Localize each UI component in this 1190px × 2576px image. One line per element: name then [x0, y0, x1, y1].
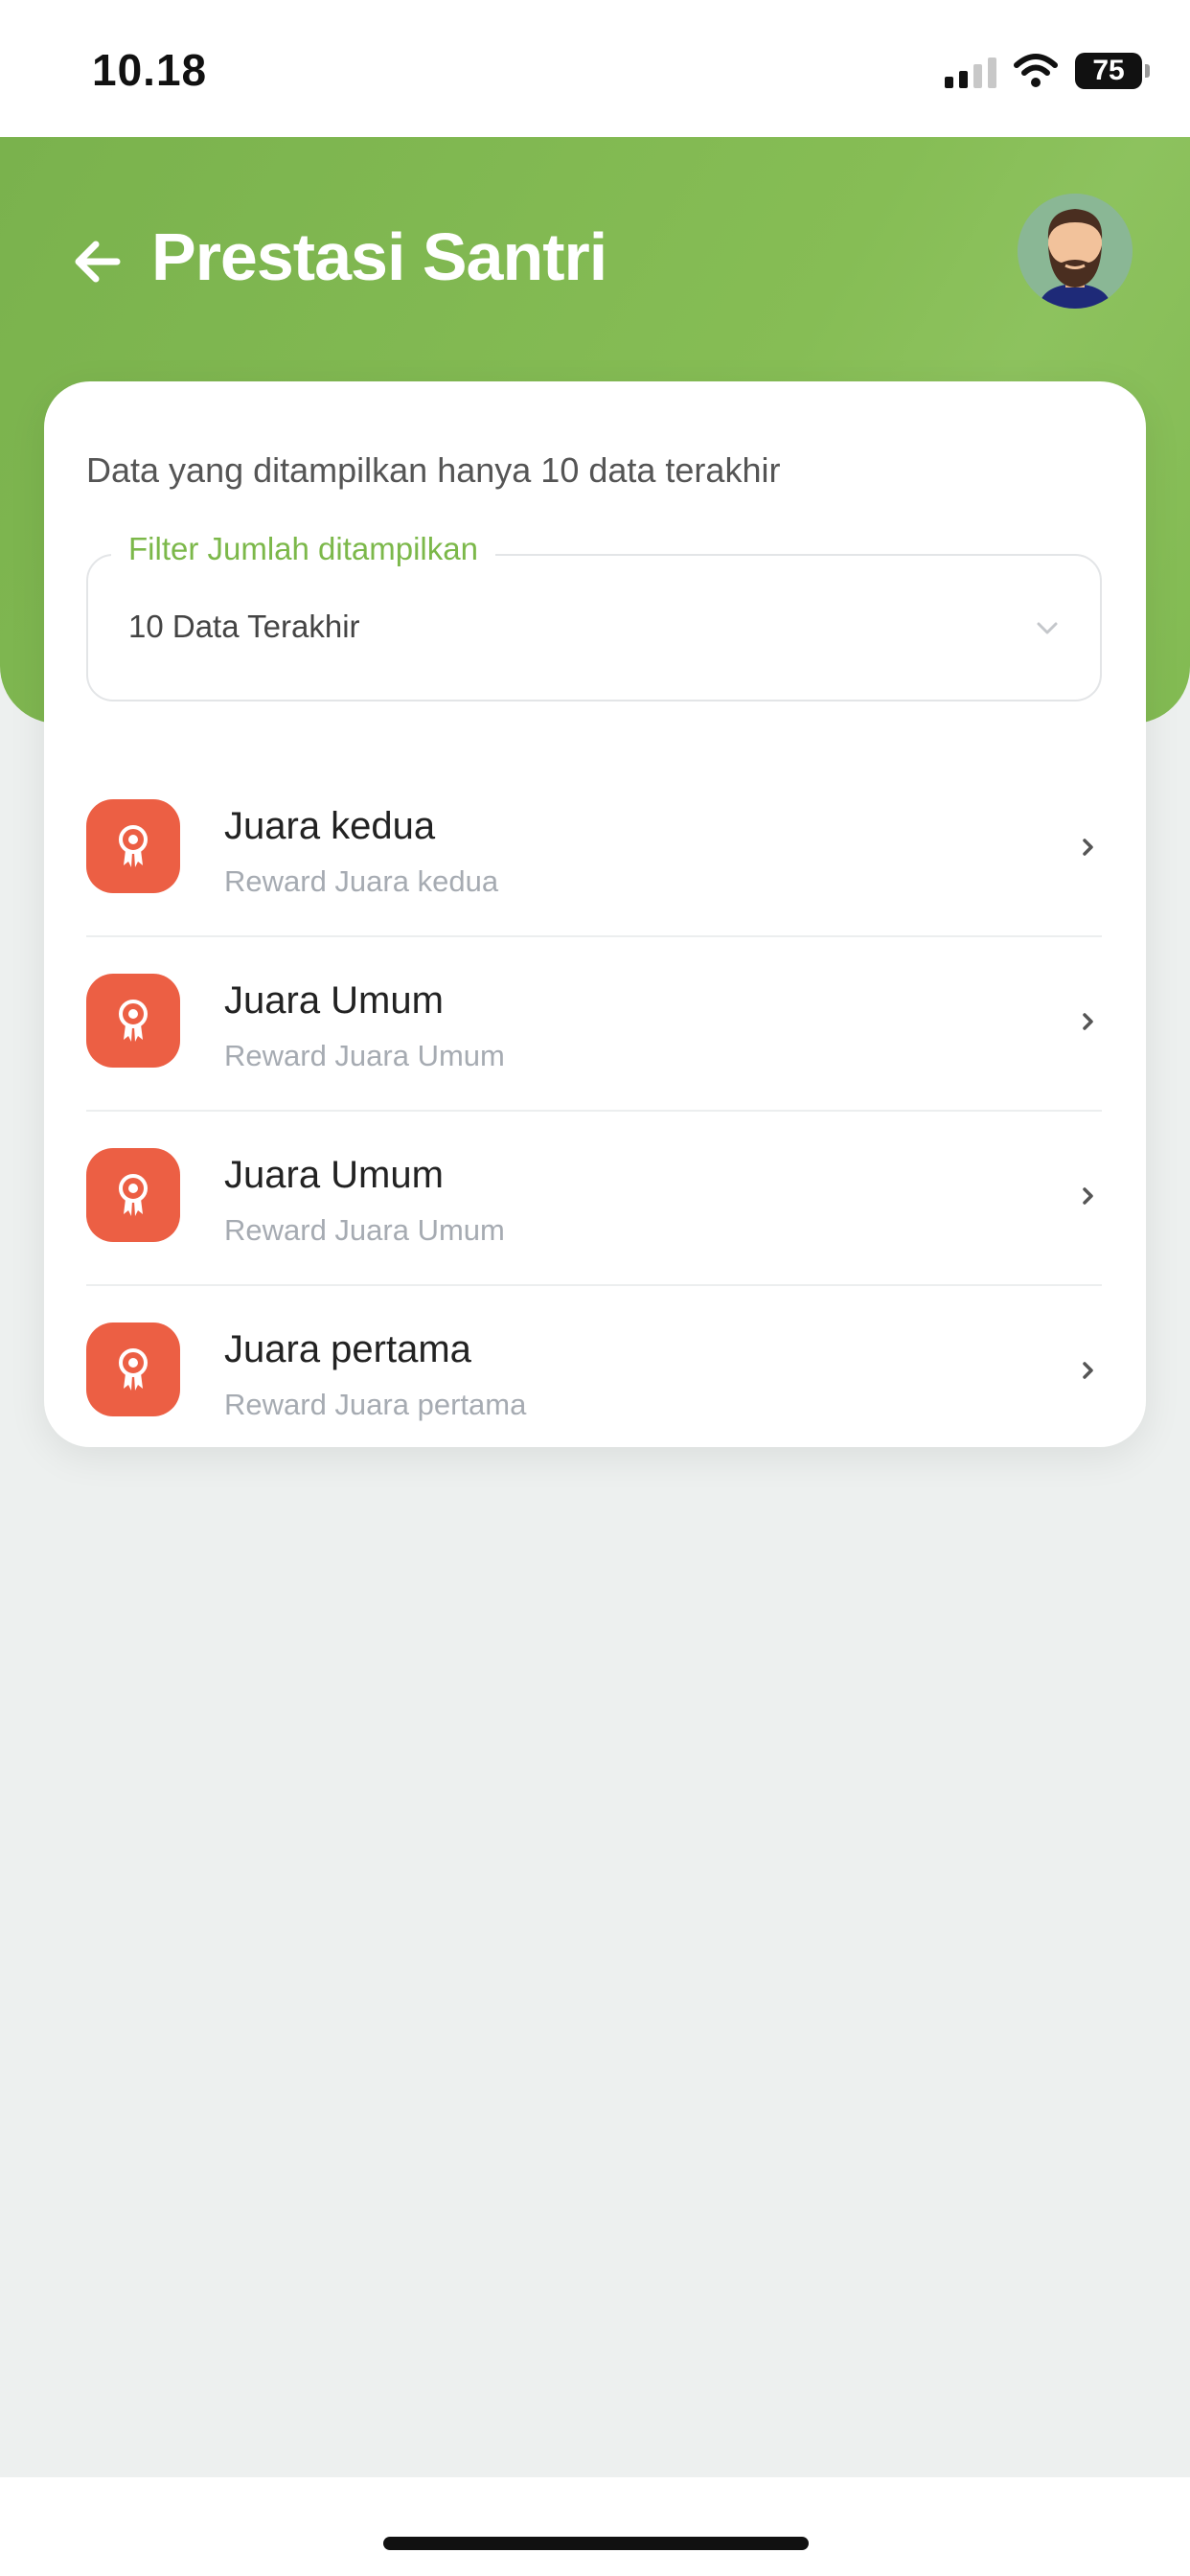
list-item[interactable]: Juara Umum Reward Juara Umum [86, 937, 1102, 1112]
filter-label: Filter Jumlah ditampilkan [111, 531, 495, 567]
achievements-card: Data yang ditampilkan hanya 10 data tera… [44, 381, 1146, 1447]
bearded-man-avatar-icon [1018, 194, 1133, 309]
cellular-signal-icon [945, 54, 996, 88]
award-ribbon-icon [86, 1322, 180, 1416]
info-text: Data yang ditampilkan hanya 10 data tera… [86, 450, 781, 490]
item-title: Juara Umum [224, 1154, 444, 1196]
status-bar: 10.18 75 [0, 0, 1190, 137]
filter-select[interactable]: Filter Jumlah ditampilkan 10 Data Terakh… [86, 531, 1102, 702]
award-ribbon-icon [86, 974, 180, 1068]
list-item[interactable]: Juara kedua Reward Juara kedua [86, 763, 1102, 937]
battery-level: 75 [1092, 55, 1125, 86]
battery-icon: 75 [1075, 53, 1150, 89]
chevron-right-icon [1083, 839, 1093, 856]
item-subtitle: Reward Juara kedua [224, 864, 499, 898]
status-time: 10.18 [92, 45, 208, 95]
status-icons: 75 [945, 50, 1150, 92]
item-subtitle: Reward Juara Umum [224, 1213, 505, 1247]
home-indicator[interactable] [383, 2537, 809, 2550]
achievement-list: Juara kedua Reward Juara kedua Juara Umu… [86, 763, 1102, 1460]
item-title: Juara Umum [224, 979, 444, 1022]
chevron-down-icon [1037, 622, 1058, 634]
arrow-left-icon[interactable] [69, 233, 126, 290]
filter-value: 10 Data Terakhir [128, 609, 360, 644]
item-title: Juara pertama [224, 1328, 471, 1370]
page-title: Prestasi Santri [151, 219, 607, 294]
award-ribbon-icon [86, 799, 180, 893]
chevron-right-icon [1083, 1187, 1093, 1205]
avatar[interactable] [1018, 194, 1133, 309]
chevron-right-icon [1083, 1013, 1093, 1030]
item-subtitle: Reward Juara Umum [224, 1039, 505, 1072]
award-ribbon-icon [86, 1148, 180, 1242]
list-item[interactable]: Juara Umum Reward Juara Umum [86, 1112, 1102, 1286]
bottom-bar [0, 2477, 1190, 2576]
item-title: Juara kedua [224, 805, 436, 847]
wifi-icon [1014, 54, 1058, 87]
chevron-right-icon [1083, 1362, 1093, 1379]
list-item[interactable]: Juara pertama Reward Juara pertama [86, 1286, 1102, 1460]
item-subtitle: Reward Juara pertama [224, 1388, 527, 1421]
